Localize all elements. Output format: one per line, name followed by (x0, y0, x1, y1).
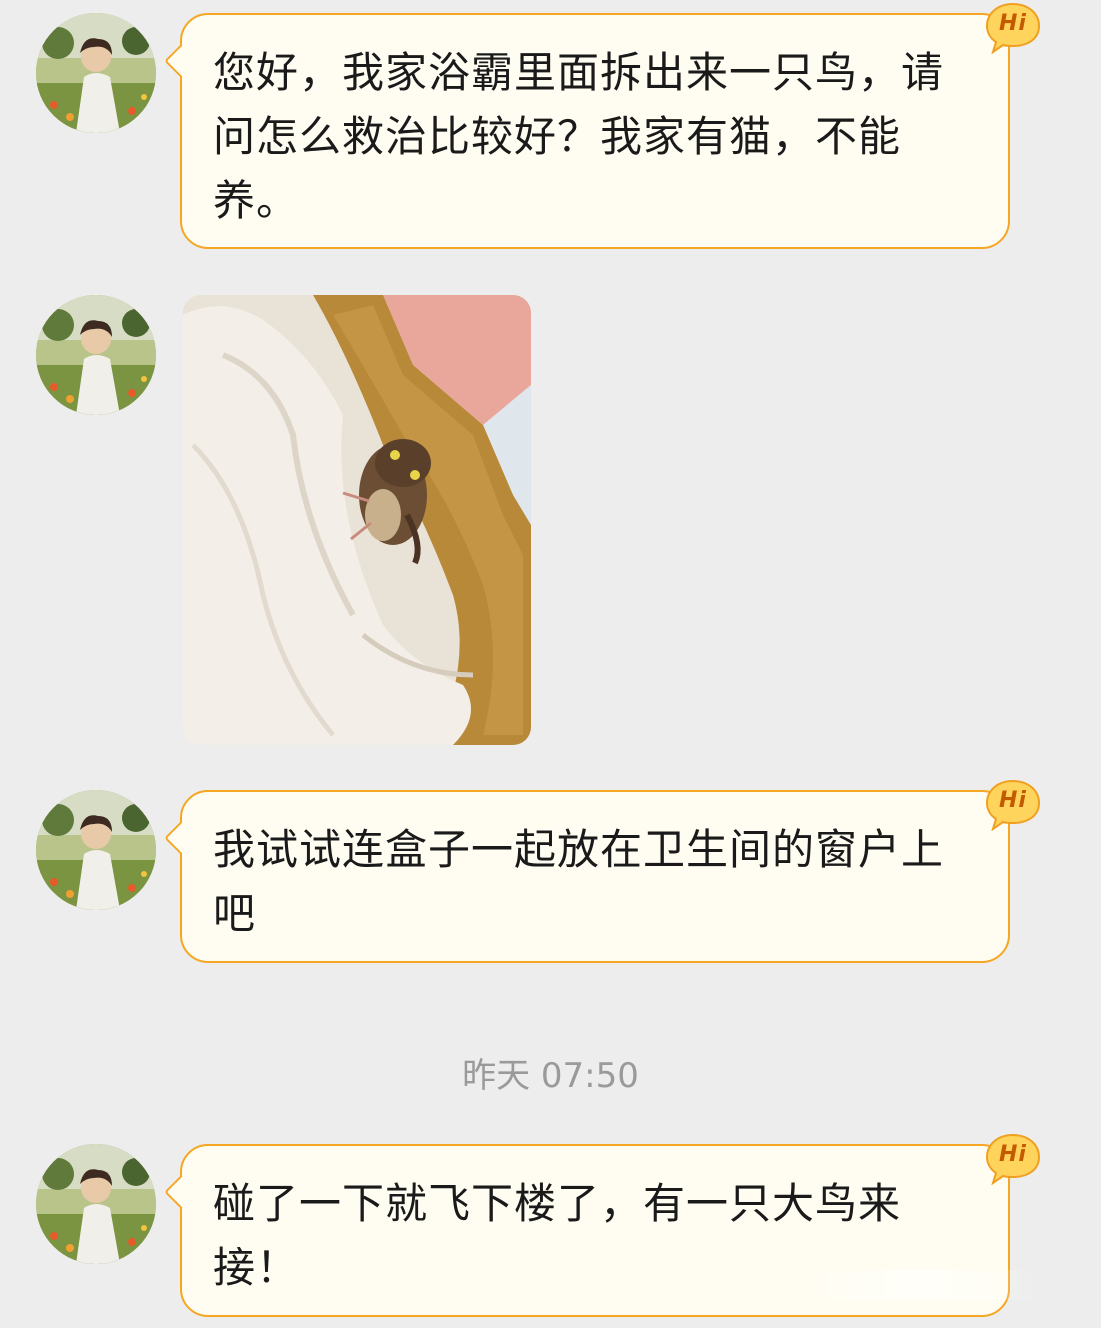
hi-badge-icon: Hi (985, 1133, 1041, 1185)
bubble-tail (164, 44, 198, 78)
avatar-image (36, 790, 156, 910)
avatar-image (36, 13, 156, 133)
avatar-image (36, 295, 156, 415)
avatar[interactable] (36, 1144, 156, 1264)
bubble-tail (164, 821, 198, 855)
message-text: 我试试连盒子一起放在卫生间的窗户上吧 (213, 825, 945, 938)
hi-badge-icon: Hi (985, 2, 1041, 54)
avatar[interactable] (36, 790, 156, 910)
message-timestamp: 昨天 07:50 (462, 1056, 639, 1096)
avatar[interactable] (36, 295, 156, 415)
message-bubble[interactable]: 您好，我家浴霸里面拆出来一只鸟，请问怎么救治比较好？我家有猫，不能养。 Hi (164, 2, 1041, 249)
avatar[interactable] (36, 13, 156, 133)
bird-photo (183, 295, 531, 745)
message-bubble[interactable]: 我试试连盒子一起放在卫生间的窗户上吧 Hi (164, 779, 1041, 963)
hi-badge-icon: Hi (985, 779, 1041, 831)
chat-thread[interactable]: 您好，我家浴霸里面拆出来一只鸟，请问怎么救治比较好？我家有猫，不能养。 Hi 我… (0, 0, 1101, 1328)
message-image[interactable] (183, 295, 531, 745)
avatar-image (36, 1144, 156, 1264)
message-text: 碰了一下就飞下楼了，有一只大鸟来接！ (213, 1179, 902, 1292)
message-bubble[interactable]: 碰了一下就飞下楼了，有一只大鸟来接！ Hi (164, 1133, 1041, 1317)
bubble-tail (164, 1175, 198, 1209)
message-text: 您好，我家浴霸里面拆出来一只鸟，请问怎么救治比较好？我家有猫，不能养。 (213, 48, 945, 225)
